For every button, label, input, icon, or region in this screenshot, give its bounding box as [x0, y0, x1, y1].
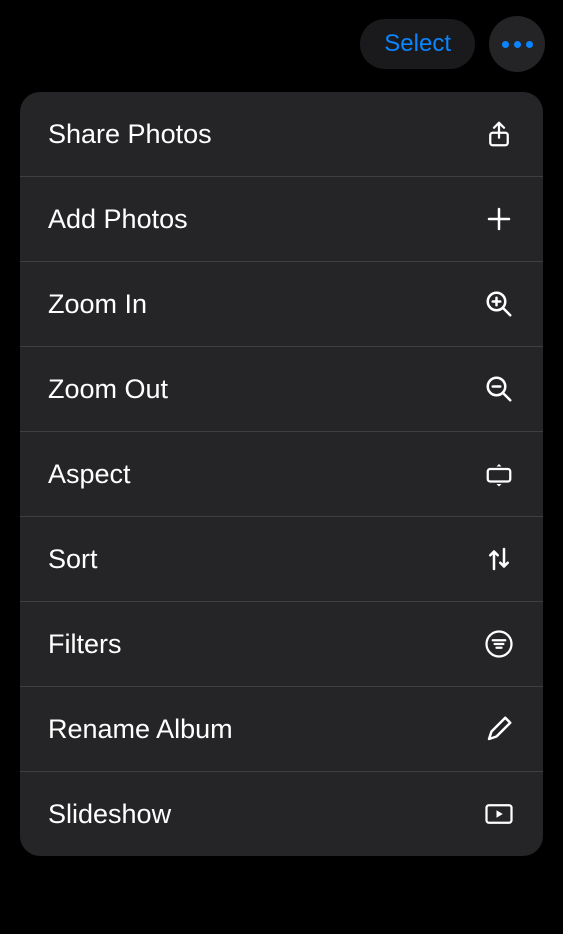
zoom-out-icon	[483, 373, 515, 405]
top-toolbar: Select	[0, 0, 563, 88]
menu-item-sort[interactable]: Sort	[20, 517, 543, 602]
menu-item-label: Rename Album	[48, 714, 233, 745]
menu-item-label: Share Photos	[48, 119, 212, 150]
aspect-icon	[483, 458, 515, 490]
menu-item-label: Aspect	[48, 459, 131, 490]
menu-item-zoom-in[interactable]: Zoom In	[20, 262, 543, 347]
menu-item-label: Add Photos	[48, 204, 188, 235]
menu-item-label: Zoom Out	[48, 374, 168, 405]
more-button[interactable]	[489, 16, 545, 72]
context-menu: Share Photos Add Photos Zoom In Zoom Out	[20, 92, 543, 856]
pencil-icon	[483, 713, 515, 745]
menu-item-label: Slideshow	[48, 799, 171, 830]
zoom-in-icon	[483, 288, 515, 320]
select-button[interactable]: Select	[360, 19, 475, 69]
menu-item-slideshow[interactable]: Slideshow	[20, 772, 543, 856]
menu-item-add-photos[interactable]: Add Photos	[20, 177, 543, 262]
menu-item-aspect[interactable]: Aspect	[20, 432, 543, 517]
menu-item-filters[interactable]: Filters	[20, 602, 543, 687]
play-rect-icon	[483, 798, 515, 830]
share-icon	[483, 118, 515, 150]
filters-icon	[483, 628, 515, 660]
menu-item-rename-album[interactable]: Rename Album	[20, 687, 543, 772]
ellipsis-icon	[502, 41, 533, 48]
sort-icon	[483, 543, 515, 575]
menu-item-share-photos[interactable]: Share Photos	[20, 92, 543, 177]
menu-item-label: Zoom In	[48, 289, 147, 320]
menu-item-label: Filters	[48, 629, 122, 660]
plus-icon	[483, 203, 515, 235]
menu-item-zoom-out[interactable]: Zoom Out	[20, 347, 543, 432]
menu-item-label: Sort	[48, 544, 98, 575]
